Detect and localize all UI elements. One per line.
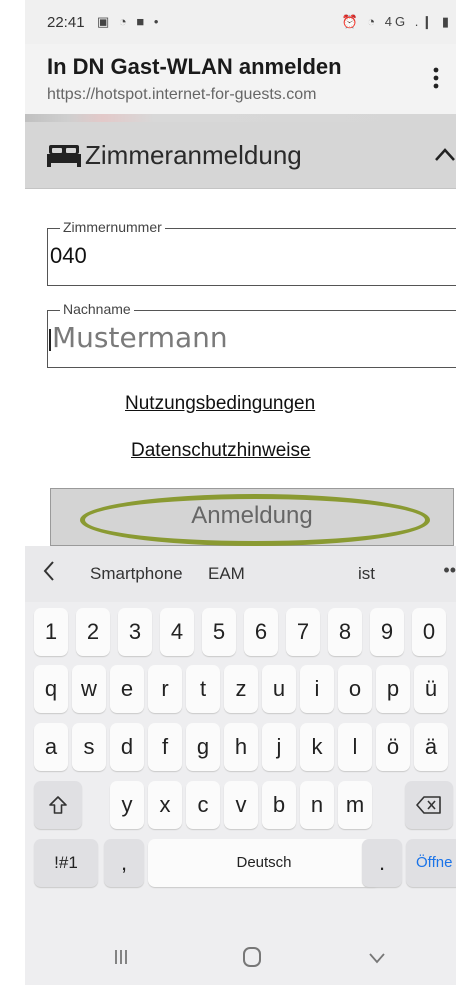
key[interactable]: 5 <box>202 608 236 656</box>
bed-icon <box>47 143 81 171</box>
key[interactable]: 1 <box>34 608 68 656</box>
key[interactable]: r <box>148 665 182 713</box>
suggestion-item[interactable]: EAM <box>208 564 245 584</box>
key[interactable]: 8 <box>328 608 362 656</box>
key[interactable]: 0 <box>412 608 446 656</box>
space-key[interactable]: Deutsch <box>148 839 380 887</box>
go-key[interactable]: Öffne <box>406 839 456 887</box>
key[interactable]: z <box>224 665 258 713</box>
status-notification-icons: ▣ ◔ ■ • <box>97 14 162 29</box>
key[interactable]: v <box>224 781 258 829</box>
key[interactable]: n <box>300 781 334 829</box>
key[interactable]: a <box>34 723 68 771</box>
key[interactable]: h <box>224 723 258 771</box>
suggestion-item[interactable]: Smartphone <box>90 564 183 584</box>
key[interactable]: 4 <box>160 608 194 656</box>
more-vertical-icon[interactable] <box>428 66 444 92</box>
lastname-placeholder[interactable]: Mustermann <box>52 321 228 354</box>
chevron-left-icon[interactable] <box>43 560 55 587</box>
phone-screen: 22:41 ▣ ◔ ■ • ⏰ ◔ 4G .❙ ▮ In DN Gast-WLA… <box>25 0 456 985</box>
key[interactable]: k <box>300 723 334 771</box>
browser-header: In DN Gast-WLAN anmelden https://hotspot… <box>25 44 456 114</box>
suggestion-item[interactable]: ist <box>358 564 375 584</box>
backspace-key[interactable] <box>405 781 453 829</box>
key[interactable]: ö <box>376 723 410 771</box>
status-time: 22:41 <box>47 14 85 31</box>
key[interactable]: j <box>262 723 296 771</box>
suggestion-bar: Smartphone EAM ist •• <box>25 546 456 602</box>
key[interactable]: t <box>186 665 220 713</box>
key[interactable]: e <box>110 665 144 713</box>
chevron-up-icon[interactable] <box>434 146 456 166</box>
key[interactable]: w <box>72 665 106 713</box>
key[interactable]: 2 <box>76 608 110 656</box>
key[interactable]: q <box>34 665 68 713</box>
comma-key[interactable]: , <box>104 839 144 887</box>
room-number-field[interactable]: Zimmernummer 040 <box>47 219 456 286</box>
page-title: In DN Gast-WLAN anmelden <box>47 54 342 79</box>
key[interactable]: u <box>262 665 296 713</box>
chevron-down-icon[interactable] <box>368 949 386 968</box>
lastname-field[interactable]: Nachname Mustermann <box>47 301 456 368</box>
lastname-label: Nachname <box>60 301 134 317</box>
page-url: https://hotspot.internet-for-guests.com <box>47 86 317 103</box>
key[interactable]: y <box>110 781 144 829</box>
backspace-icon <box>416 796 441 814</box>
key[interactable]: o <box>338 665 372 713</box>
key[interactable]: ä <box>414 723 448 771</box>
section-header[interactable]: Zimmeranmeldung <box>25 122 456 189</box>
key[interactable]: p <box>376 665 410 713</box>
terms-link[interactable]: Nutzungsbedingungen <box>125 393 315 415</box>
key[interactable]: i <box>300 665 334 713</box>
key[interactable]: 9 <box>370 608 404 656</box>
privacy-link[interactable]: Datenschutzhinweise <box>131 440 311 462</box>
key[interactable]: c <box>186 781 220 829</box>
more-suggestions-icon[interactable]: •• <box>443 560 456 581</box>
navigation-bar <box>25 931 456 985</box>
text-cursor <box>49 329 51 351</box>
key[interactable]: m <box>338 781 372 829</box>
period-key[interactable]: . <box>362 839 402 887</box>
key[interactable]: 6 <box>244 608 278 656</box>
soft-keyboard: Smartphone EAM ist •• 1 2 3 4 5 6 7 8 9 … <box>25 546 456 985</box>
key[interactable]: d <box>110 723 144 771</box>
key[interactable]: f <box>148 723 182 771</box>
status-bar: 22:41 ▣ ◔ ■ • ⏰ ◔ 4G .❙ ▮ <box>25 0 456 44</box>
home-icon[interactable] <box>243 947 261 967</box>
room-number-label: Zimmernummer <box>60 219 165 235</box>
key[interactable]: x <box>148 781 182 829</box>
section-title: Zimmeranmeldung <box>85 140 302 170</box>
key[interactable]: l <box>338 723 372 771</box>
symbols-key[interactable]: !#1 <box>34 839 98 887</box>
recent-apps-icon[interactable] <box>111 947 131 967</box>
room-number-value[interactable]: 040 <box>50 243 87 269</box>
login-button[interactable]: Anmeldung <box>50 488 454 546</box>
key[interactable]: ü <box>414 665 448 713</box>
key[interactable]: 3 <box>118 608 152 656</box>
shift-key[interactable] <box>34 781 82 829</box>
key[interactable]: b <box>262 781 296 829</box>
key[interactable]: s <box>72 723 106 771</box>
shift-icon <box>49 796 67 814</box>
page-load-strip <box>25 114 456 122</box>
key[interactable]: 7 <box>286 608 320 656</box>
key[interactable]: g <box>186 723 220 771</box>
status-system-icons: ⏰ ◔ 4G .❙ ▮ <box>341 14 452 29</box>
login-button-label: Anmeldung <box>191 502 313 529</box>
